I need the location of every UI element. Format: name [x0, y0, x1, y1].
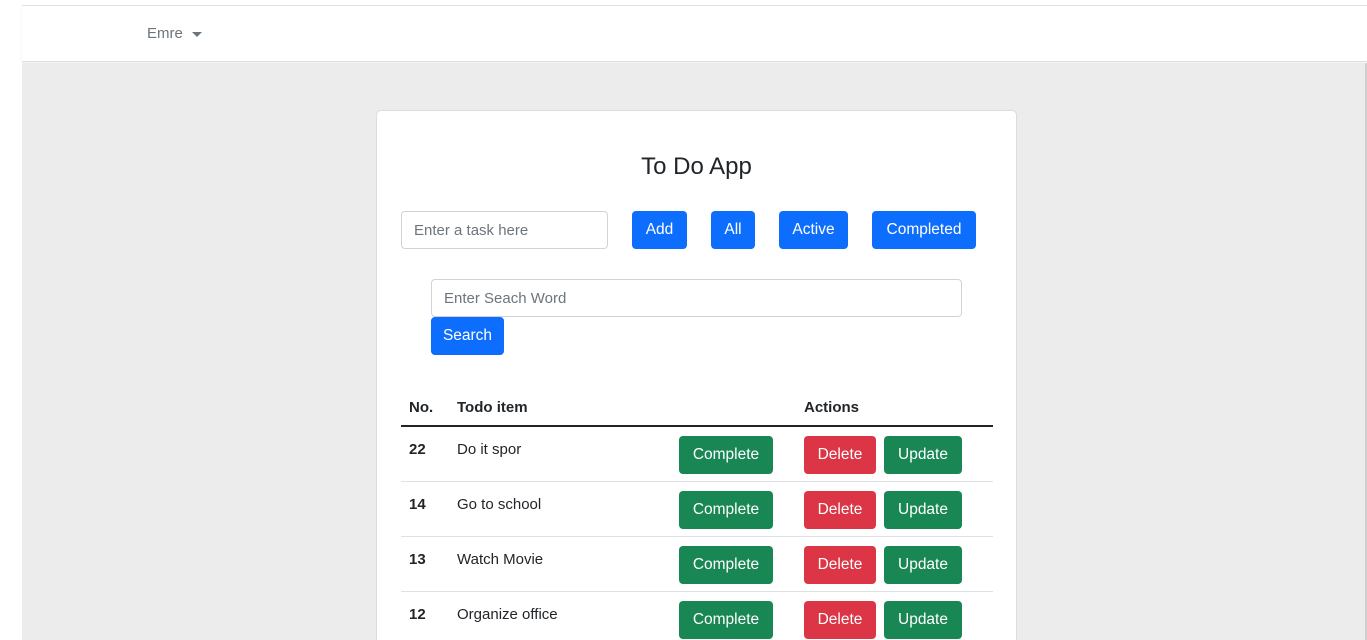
page-title: To Do App [641, 153, 752, 180]
table-header: No. Todo item Actions [401, 391, 993, 427]
column-header-no: No. [409, 399, 434, 416]
task-input[interactable] [401, 211, 608, 249]
delete-button[interactable]: Delete [804, 546, 876, 584]
update-button[interactable]: Update [884, 436, 962, 474]
delete-button[interactable]: Delete [804, 436, 876, 474]
search-button[interactable]: Search [431, 317, 504, 355]
todo-table: No. Todo item Actions 22 Do it spor Comp… [401, 391, 993, 640]
complete-button[interactable]: Complete [679, 546, 773, 584]
todo-text: Do it spor [457, 441, 522, 458]
todo-number: 13 [409, 551, 426, 568]
filter-completed-button[interactable]: Completed [872, 211, 976, 249]
filter-all-button[interactable]: All [711, 211, 755, 249]
complete-button[interactable]: Complete [679, 601, 773, 639]
todo-number: 22 [409, 441, 426, 458]
delete-button[interactable]: Delete [804, 491, 876, 529]
filter-active-button[interactable]: Active [779, 211, 848, 249]
table-row: 13 Watch Movie Complete Delete Update [401, 537, 993, 592]
add-button[interactable]: Add [632, 211, 687, 249]
column-header-item: Todo item [457, 399, 528, 416]
column-header-actions: Actions [804, 399, 860, 416]
user-name: Emre [147, 25, 183, 42]
todo-number: 14 [409, 496, 426, 513]
update-button[interactable]: Update [884, 491, 962, 529]
user-dropdown[interactable]: Emre [147, 25, 202, 42]
chevron-down-icon [191, 31, 202, 37]
todo-text: Go to school [457, 496, 542, 513]
update-button[interactable]: Update [884, 601, 962, 639]
search-input[interactable] [431, 279, 962, 317]
left-margin [0, 0, 22, 640]
complete-button[interactable]: Complete [679, 436, 773, 474]
delete-button[interactable]: Delete [804, 601, 876, 639]
table-row: 12 Organize office Complete Delete Updat… [401, 592, 993, 640]
todo-text: Organize office [457, 606, 558, 623]
todo-number: 12 [409, 606, 426, 623]
table-row: 22 Do it spor Complete Delete Update [401, 427, 993, 482]
navbar: Emre [22, 6, 1367, 62]
todo-card: To Do App Add All Active Completed Searc… [376, 110, 1017, 640]
update-button[interactable]: Update [884, 546, 962, 584]
table-row: 14 Go to school Complete Delete Update [401, 482, 993, 537]
todo-text: Watch Movie [457, 551, 544, 568]
complete-button[interactable]: Complete [679, 491, 773, 529]
